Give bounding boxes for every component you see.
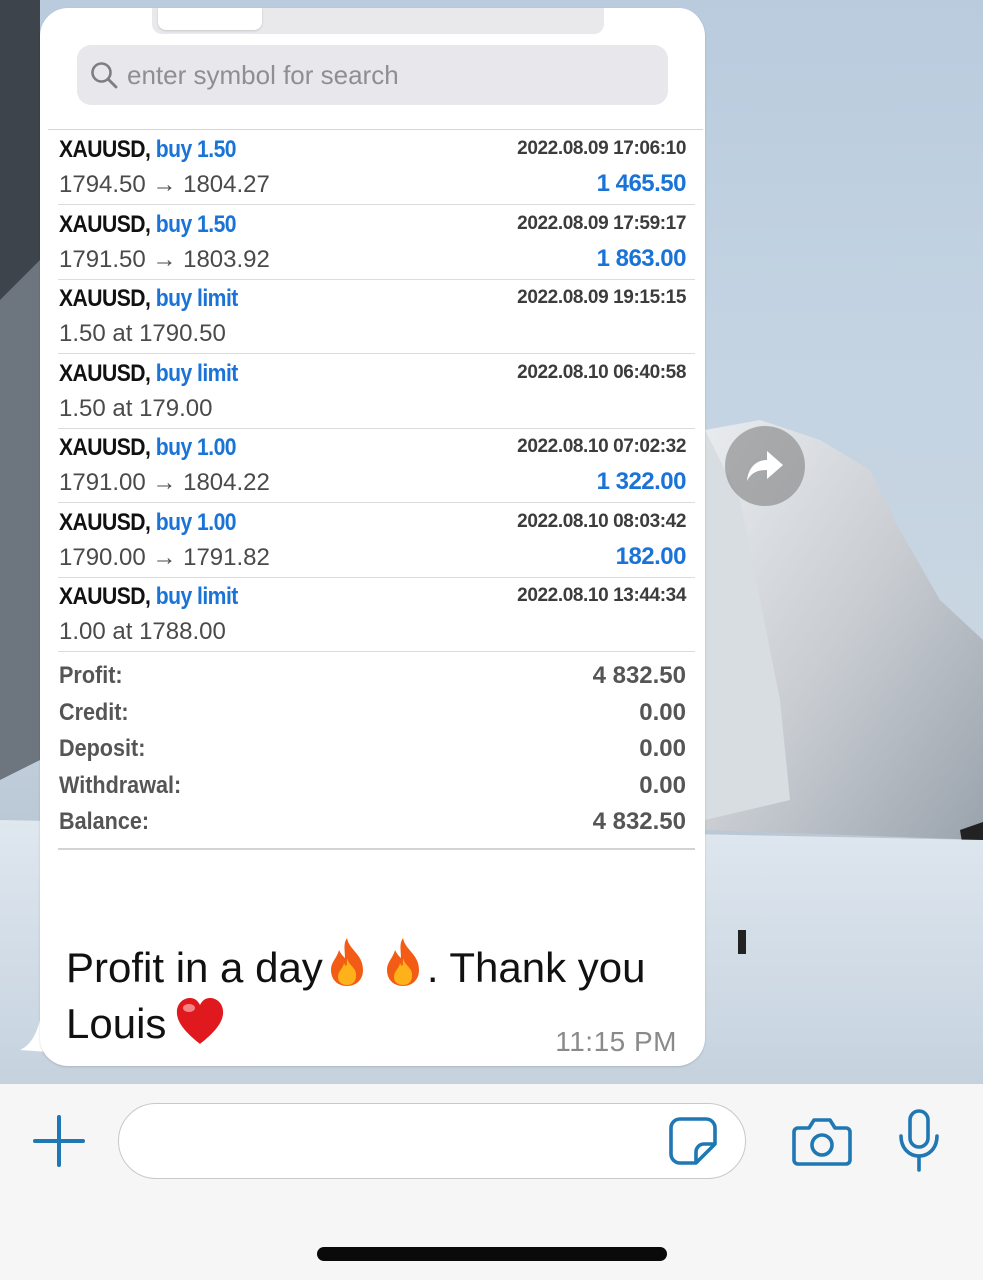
search-input	[127, 59, 647, 91]
trade-time: 2022.08.10 08:03:42	[517, 510, 686, 532]
trade-time: 2022.08.10 07:02:32	[517, 436, 686, 457]
summary-row-credit: Credit: 0.00	[48, 695, 703, 732]
trade-detail: 1.00 at 1788.00	[59, 618, 226, 645]
caption-text: . Thank you	[426, 944, 646, 991]
symbol-name: XAUUSD,	[59, 210, 151, 238]
search-icon	[91, 62, 118, 89]
order-type: buy 1.00	[155, 508, 237, 536]
trade-time: 2022.08.10 13:44:34	[517, 585, 686, 606]
trade-symbol: XAUUSD, buy 1.50	[59, 210, 237, 239]
trade-detail: 1.50 at 1790.50	[59, 320, 226, 347]
account-summary: Profit: 4 832.50 Credit: 0.00 Deposit: 0…	[48, 658, 703, 841]
trade-detail: 1791.50 → 1803.92	[59, 245, 270, 273]
order-type: buy 1.50	[155, 210, 237, 238]
trade-symbol: XAUUSD, buy limit	[59, 360, 238, 388]
trade-detail: 1791.00 → 1804.22	[59, 469, 270, 496]
summary-label: Deposit:	[59, 735, 146, 762]
order-type: buy 1.50	[155, 136, 237, 163]
fire-icon	[386, 938, 419, 986]
row-divider	[58, 651, 695, 652]
image-message-bubble[interactable]: XAUUSD, buy 1.50 1794.50 → 1804.27 2022.08…	[40, 8, 705, 1066]
message-text-field[interactable]	[118, 1103, 746, 1179]
trade-time: 2022.08.10 06:40:58	[517, 361, 686, 383]
trade-detail: 1.50 at 179.00	[59, 394, 213, 422]
fire-icon	[330, 938, 363, 986]
caption-text: Louis	[66, 1000, 167, 1047]
summary-value: 4 832.50	[592, 808, 686, 835]
symbol-name: XAUUSD,	[59, 285, 151, 312]
order-type: buy limit	[155, 583, 239, 610]
summary-value: 0.00	[639, 698, 686, 726]
summary-label: Withdrawal:	[59, 771, 182, 799]
trade-row[interactable]: XAUUSD, buy 1.00 1790.00 → 1791.82 2022.08…	[48, 503, 703, 578]
summary-value: 0.00	[639, 735, 686, 762]
trade-symbol: XAUUSD, buy 1.00	[59, 508, 237, 537]
symbol-name: XAUUSD,	[59, 508, 151, 536]
microphone-icon[interactable]	[896, 1108, 942, 1174]
trade-symbol: XAUUSD, buy limit	[59, 285, 238, 313]
symbol-name: XAUUSD,	[59, 583, 151, 610]
camera-icon[interactable]	[792, 1114, 852, 1168]
forward-button[interactable]	[725, 426, 805, 506]
forward-icon	[747, 451, 783, 481]
symbol-name: XAUUSD,	[59, 136, 151, 163]
message-timestamp: 11:15 PM	[555, 1026, 677, 1057]
symbol-search-field	[77, 45, 668, 105]
caption-text: Profit in a day	[66, 944, 323, 991]
order-type: buy 1.00	[155, 434, 237, 461]
summary-row-profit: Profit: 4 832.50	[48, 658, 703, 695]
trade-row[interactable]: XAUUSD, buy limit 1.00 at 1788.00 2022.08.…	[48, 577, 703, 652]
trade-profit: 1 465.50	[596, 170, 687, 197]
trade-row[interactable]: XAUUSD, buy 1.50 1791.50 → 1803.92 2022.08…	[48, 205, 703, 280]
trade-symbol: XAUUSD, buy limit	[59, 583, 238, 611]
order-type: buy limit	[155, 285, 239, 312]
home-indicator	[317, 1247, 667, 1261]
trade-time: 2022.08.09 17:06:10	[517, 138, 686, 159]
trade-row[interactable]: XAUUSD, buy limit 1.50 at 179.00 2022.08.1…	[48, 354, 703, 429]
summary-value: 4 832.50	[592, 662, 686, 689]
summary-label: Balance:	[59, 808, 150, 835]
summary-row-withdrawal: Withdrawal: 0.00	[48, 768, 703, 805]
trade-symbol: XAUUSD, buy 1.00	[59, 434, 237, 462]
summary-row-balance: Balance: 4 832.50	[48, 804, 703, 841]
trade-symbol: XAUUSD, buy 1.50	[59, 136, 237, 164]
trade-time: 2022.08.09 17:59:17	[517, 212, 686, 234]
trade-row[interactable]: XAUUSD, buy limit 1.50 at 1790.50 2022.08.…	[48, 279, 703, 354]
summary-divider	[58, 848, 695, 850]
trade-profit: 1 863.00	[596, 244, 687, 272]
trade-row[interactable]: XAUUSD, buy 1.00 1791.00 → 1804.22 2022.08…	[48, 428, 703, 503]
symbol-name: XAUUSD,	[59, 434, 151, 461]
trade-profit: 1 322.00	[596, 468, 687, 495]
symbol-name: XAUUSD,	[59, 359, 151, 387]
segmented-control-active	[158, 8, 262, 30]
trade-detail: 1790.00 → 1791.82	[59, 543, 270, 571]
trade-profit: 182.00	[615, 542, 687, 570]
summary-value: 0.00	[639, 771, 686, 799]
sticker-icon[interactable]	[668, 1116, 718, 1166]
summary-row-deposit: Deposit: 0.00	[48, 731, 703, 768]
trade-history-screenshot[interactable]: XAUUSD, buy 1.50 1794.50 → 1804.27 2022.08…	[48, 8, 703, 858]
trade-time: 2022.08.09 19:15:15	[517, 287, 686, 308]
red-heart-icon	[177, 998, 224, 1044]
trade-detail: 1794.50 → 1804.27	[59, 171, 270, 198]
order-type: buy limit	[155, 359, 239, 387]
summary-label: Credit:	[59, 698, 129, 726]
trade-row[interactable]: XAUUSD, buy 1.50 1794.50 → 1804.27 2022.08…	[48, 130, 703, 205]
summary-label: Profit:	[59, 662, 123, 689]
plus-icon[interactable]	[32, 1114, 86, 1168]
